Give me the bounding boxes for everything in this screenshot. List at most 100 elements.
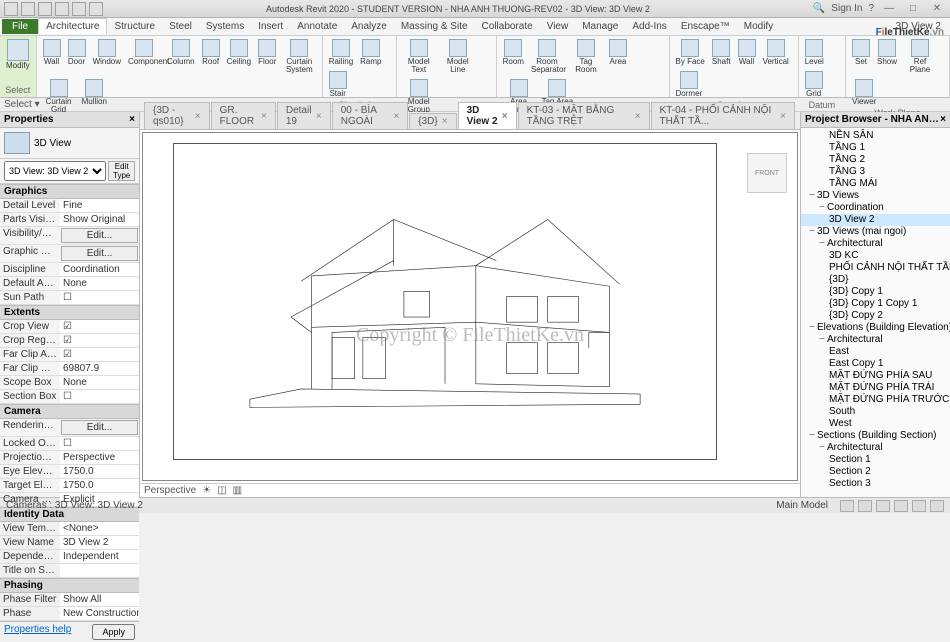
qat-save-icon[interactable]: [38, 2, 52, 16]
minimize-button[interactable]: —: [880, 2, 898, 16]
tree-node[interactable]: −Elevations (Building Elevation): [801, 322, 950, 334]
prop-value[interactable]: ☑: [60, 334, 139, 347]
prop-value[interactable]: 1750.0: [60, 479, 139, 492]
ribbon-tab-insert[interactable]: Insert: [251, 19, 290, 34]
tree-node[interactable]: {3D} Copy 2: [801, 310, 950, 322]
expand-icon[interactable]: −: [819, 202, 827, 214]
close-tab-icon[interactable]: ×: [780, 111, 786, 122]
ribbon-tab-collaborate[interactable]: Collaborate: [475, 19, 540, 34]
door-button[interactable]: Door: [66, 38, 88, 75]
show-button[interactable]: Show: [875, 38, 899, 75]
prop-section-graphics[interactable]: Graphics: [0, 184, 139, 199]
vc-icon[interactable]: ◫: [217, 485, 226, 496]
ribbon-tab-steel[interactable]: Steel: [162, 19, 199, 34]
close-tab-icon[interactable]: ×: [316, 111, 322, 122]
edit-type-button[interactable]: Edit Type: [108, 161, 135, 181]
prop-value[interactable]: Show All: [60, 593, 139, 606]
modify-button[interactable]: Modify: [4, 38, 32, 71]
railing-button[interactable]: Railing: [327, 38, 355, 67]
view-tab[interactable]: GR. FLOOR×: [211, 102, 276, 129]
view-tab[interactable]: KT-04 - PHỐI CẢNH NỘI THẤT TẦ...×: [651, 102, 795, 129]
ribbon-tab-systems[interactable]: Systems: [199, 19, 251, 34]
apply-button[interactable]: Apply: [92, 624, 135, 640]
tree-node[interactable]: TẦNG MÁI: [801, 178, 950, 190]
signin-link[interactable]: Sign In: [831, 3, 862, 14]
ribbon-tab-annotate[interactable]: Annotate: [290, 19, 344, 34]
view-tab[interactable]: {3D - qs010}×: [144, 102, 210, 129]
view-tab[interactable]: {3D}×: [409, 113, 456, 129]
expand-icon[interactable]: −: [809, 190, 817, 202]
tree-node[interactable]: −Coordination: [801, 202, 950, 214]
tree-node[interactable]: 3D View 2: [801, 214, 950, 226]
status-icon[interactable]: [894, 500, 908, 512]
set-button[interactable]: Set: [850, 38, 872, 75]
status-icon[interactable]: [876, 500, 890, 512]
model-line-button[interactable]: Model Line: [440, 38, 476, 75]
column-button[interactable]: Column: [165, 38, 197, 75]
view-tab[interactable]: 3D View 2×: [458, 102, 517, 129]
prop-value[interactable]: Fine: [60, 199, 139, 212]
prop-value[interactable]: Edit...: [61, 420, 138, 435]
instance-selector[interactable]: 3D View: 3D View 2: [4, 161, 106, 181]
prop-value[interactable]: None: [60, 277, 139, 290]
tree-node[interactable]: −Architectural: [801, 334, 950, 346]
tree-node[interactable]: NỀN SÂN: [801, 130, 950, 142]
prop-value[interactable]: ☐: [60, 291, 139, 304]
qat-home-icon[interactable]: [4, 2, 18, 16]
projection-mode[interactable]: Perspective: [144, 485, 196, 496]
prop-value[interactable]: ☑: [60, 320, 139, 333]
expand-icon[interactable]: −: [809, 226, 817, 238]
qat-open-icon[interactable]: [21, 2, 35, 16]
close-tab-icon[interactable]: ×: [502, 111, 508, 122]
qat-undo-icon[interactable]: [55, 2, 69, 16]
status-icon[interactable]: [912, 500, 926, 512]
qat-print-icon[interactable]: [89, 2, 103, 16]
file-tab[interactable]: File: [2, 19, 38, 34]
shaft-button[interactable]: Shaft: [710, 38, 733, 67]
ribbon-tab-massing-site[interactable]: Massing & Site: [394, 19, 475, 34]
tree-node[interactable]: East: [801, 346, 950, 358]
prop-value[interactable]: ☑: [60, 348, 139, 361]
ribbon-tab-modify[interactable]: Modify: [737, 19, 780, 34]
ribbon-tab-structure[interactable]: Structure: [107, 19, 162, 34]
vertical-button[interactable]: Vertical: [761, 38, 791, 67]
status-icon[interactable]: [858, 500, 872, 512]
expand-icon[interactable]: −: [809, 430, 817, 442]
type-selector[interactable]: 3D View: [0, 128, 139, 159]
ribbon-tab-architecture[interactable]: Architecture: [38, 18, 107, 34]
ribbon-tab-view[interactable]: View: [540, 19, 576, 34]
model-text-button[interactable]: Model Text: [401, 38, 437, 75]
stair-button[interactable]: Stair: [327, 70, 349, 99]
prop-value[interactable]: 1750.0: [60, 465, 139, 478]
dormer-button[interactable]: Dormer: [674, 70, 705, 99]
close-button[interactable]: ✕: [928, 2, 946, 16]
prop-value[interactable]: None: [60, 376, 139, 389]
tree-node[interactable]: −3D Views: [801, 190, 950, 202]
prop-value[interactable]: 69807.9: [60, 362, 139, 375]
tree-node[interactable]: MẶT ĐỨNG PHÍA TRƯỚC: [801, 394, 950, 406]
close-tab-icon[interactable]: ×: [195, 111, 201, 122]
curtain-grid-button[interactable]: Curtain Grid: [41, 78, 77, 115]
tree-node[interactable]: MẶT ĐỨNG PHÍA TRÁI: [801, 382, 950, 394]
tree-node[interactable]: TẦNG 3: [801, 166, 950, 178]
window-button[interactable]: Window: [91, 38, 123, 75]
vc-icon[interactable]: ☀: [202, 485, 211, 496]
prop-value[interactable]: Coordination: [60, 263, 139, 276]
tree-node[interactable]: TẦNG 2: [801, 154, 950, 166]
search-icon[interactable]: 🔍: [813, 3, 825, 14]
expand-icon[interactable]: −: [819, 334, 827, 346]
tree-node[interactable]: −Sections (Building Section): [801, 430, 950, 442]
status-icon[interactable]: [930, 500, 944, 512]
status-icon[interactable]: [840, 500, 854, 512]
prop-value[interactable]: 3D View 2: [60, 536, 139, 549]
prop-section-phasing[interactable]: Phasing: [0, 578, 139, 593]
tree-node[interactable]: MẶT ĐỨNG PHÍA SAU: [801, 370, 950, 382]
roof-button[interactable]: Roof: [200, 38, 222, 75]
tree-node[interactable]: Section 2: [801, 466, 950, 478]
view-tab[interactable]: Detail 19×: [277, 102, 331, 129]
help-icon[interactable]: ?: [868, 3, 874, 14]
prop-value[interactable]: Edit...: [61, 246, 138, 261]
main-model-selector[interactable]: Main Model: [776, 500, 828, 511]
viewer-button[interactable]: Viewer: [850, 78, 878, 107]
grid-button[interactable]: Grid: [803, 70, 825, 99]
